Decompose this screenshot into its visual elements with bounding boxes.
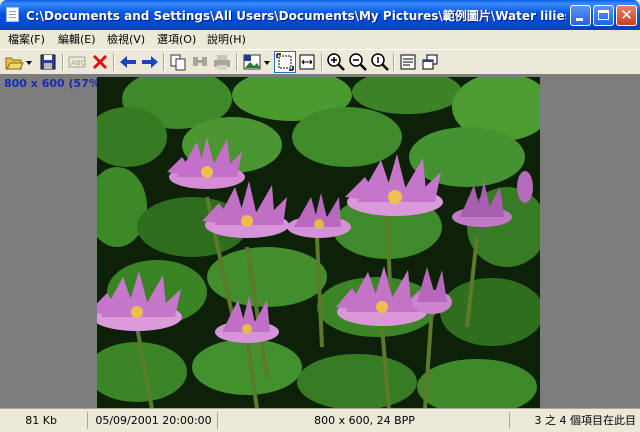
fit-width-icon[interactable] <box>297 52 317 72</box>
copy-icon[interactable] <box>168 52 188 72</box>
dropdown-arrow-icon[interactable] <box>24 52 34 72</box>
viewer-window: C:\Documents and Settings\All Users\Docu… <box>0 0 640 432</box>
status-position: 3 之 4 個項目在此目 <box>534 414 637 427</box>
title-bar[interactable]: C:\Documents and Settings\All Users\Docu… <box>0 0 640 30</box>
print-icon[interactable] <box>212 52 232 72</box>
water-lilies-photo[interactable] <box>97 77 540 409</box>
zoom-actual-icon[interactable] <box>370 52 390 72</box>
find-icon[interactable] <box>190 52 210 72</box>
minimize-icon <box>571 6 590 25</box>
open-folder-icon[interactable] <box>4 52 24 72</box>
menu-view[interactable]: 檢視(V) <box>105 31 147 48</box>
photo-art <box>97 77 540 409</box>
fit-to-window-icon[interactable] <box>274 51 296 73</box>
image-viewport[interactable]: 800 x 600 (57%) <box>0 74 640 409</box>
menu-edit[interactable]: 編輯(E) <box>56 31 98 48</box>
forward-arrow-icon[interactable] <box>140 52 160 72</box>
menu-help[interactable]: 說明(H) <box>205 31 248 48</box>
zoom-info: 800 x 600 (57%) <box>4 77 105 90</box>
ocr-icon[interactable]: ABC <box>67 52 87 72</box>
svg-text:ABC: ABC <box>71 59 85 67</box>
image-edit-icon[interactable] <box>242 52 262 72</box>
status-date: 05/09/2001 20:00:00 <box>90 412 218 429</box>
toolbar: ABC <box>0 49 640 74</box>
status-file-size: 81 Kb <box>4 412 88 429</box>
multi-window-icon[interactable] <box>420 52 440 72</box>
close-icon: ✕ <box>620 6 633 24</box>
dropdown-arrow-icon[interactable] <box>262 52 272 72</box>
maximize-button[interactable] <box>593 5 614 26</box>
status-dimensions: 800 x 600, 24 BPP <box>220 412 510 429</box>
back-arrow-icon[interactable] <box>118 52 138 72</box>
properties-icon[interactable] <box>398 52 418 72</box>
delete-icon[interactable] <box>90 52 110 72</box>
status-bar: 81 Kb 05/09/2001 20:00:00 800 x 600, 24 … <box>0 408 640 432</box>
save-icon[interactable] <box>38 52 58 72</box>
zoom-out-icon[interactable] <box>348 52 368 72</box>
menu-file[interactable]: 檔案(F) <box>6 31 47 48</box>
menu-bar: 檔案(F) 編輯(E) 檢視(V) 選項(O) 說明(H) <box>0 30 640 49</box>
zoom-in-icon[interactable] <box>326 52 346 72</box>
menu-options[interactable]: 選項(O) <box>155 31 198 48</box>
document-icon <box>6 7 19 22</box>
minimize-button[interactable] <box>570 5 591 26</box>
close-button[interactable]: ✕ <box>616 5 637 26</box>
window-title: C:\Documents and Settings\All Users\Docu… <box>26 9 566 23</box>
maximize-icon <box>594 6 613 25</box>
